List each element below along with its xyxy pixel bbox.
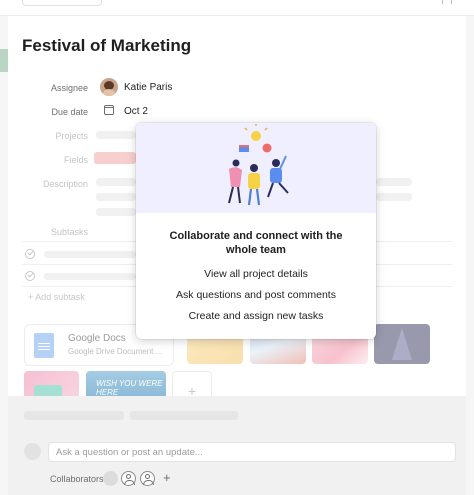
due-date-label: Due date [51,107,88,117]
description-label: Description [42,179,88,189]
subtask-check-icon[interactable] [25,271,35,281]
attachment-subtitle: Google Drive Document ... [68,347,163,356]
projects-placeholder [96,131,136,139]
side-tab[interactable] [0,49,8,72]
popover-item: Create and assign new tasks [188,310,324,322]
assignee-label: Assignee [50,83,88,93]
image-caption: WISH YOU WERE HERE [96,379,163,397]
collaborators-label: Collaborators [50,474,104,484]
activity-placeholder [130,411,238,420]
add-subtask-button[interactable]: + Add subtask [28,292,85,302]
popover-item: View all project details [204,268,308,280]
popover-heading: Collaborate and connect with the whole t… [169,230,343,256]
collaborator-avatar[interactable] [103,471,118,486]
top-bar-button[interactable] [22,0,102,6]
task-title[interactable]: Festival of Marketing [22,36,191,56]
top-right-icon[interactable] [442,0,452,4]
feature-popover: Collaborate and connect with the whole t… [136,123,376,339]
collaborator-user-icon[interactable] [140,471,155,486]
description-line [96,208,136,216]
calendar-icon [104,105,114,115]
activity-placeholder [24,411,124,420]
description-line [96,178,136,186]
collaborator-user-icon[interactable] [121,471,136,486]
subtasks-label: Subtasks [50,227,88,237]
fields-label: Fields [63,155,88,165]
image-attachment[interactable] [374,324,430,364]
attachment-name: Google Docs [68,333,126,344]
subtask-placeholder [44,251,136,258]
team-illustration [136,123,376,213]
popover-item: Ask questions and post comments [176,289,336,301]
add-collaborator-button[interactable]: + [163,470,171,485]
description-line [96,193,136,201]
current-user-avatar [24,443,41,460]
description-line [376,193,412,201]
subtask-check-icon[interactable] [25,249,35,259]
comment-input[interactable]: Ask a question or post an update... [48,442,456,462]
team-illustration-graphic [228,124,289,206]
fields-tag [94,152,136,164]
document-icon [34,333,54,358]
top-bar [0,0,474,16]
assignee-name[interactable]: Katie Paris [124,82,172,93]
due-date-value[interactable]: Oct 2 [124,106,148,117]
description-line [376,178,412,186]
assignee-avatar[interactable] [100,78,118,96]
projects-label: Projects [55,131,88,141]
subtask-placeholder [44,273,136,280]
